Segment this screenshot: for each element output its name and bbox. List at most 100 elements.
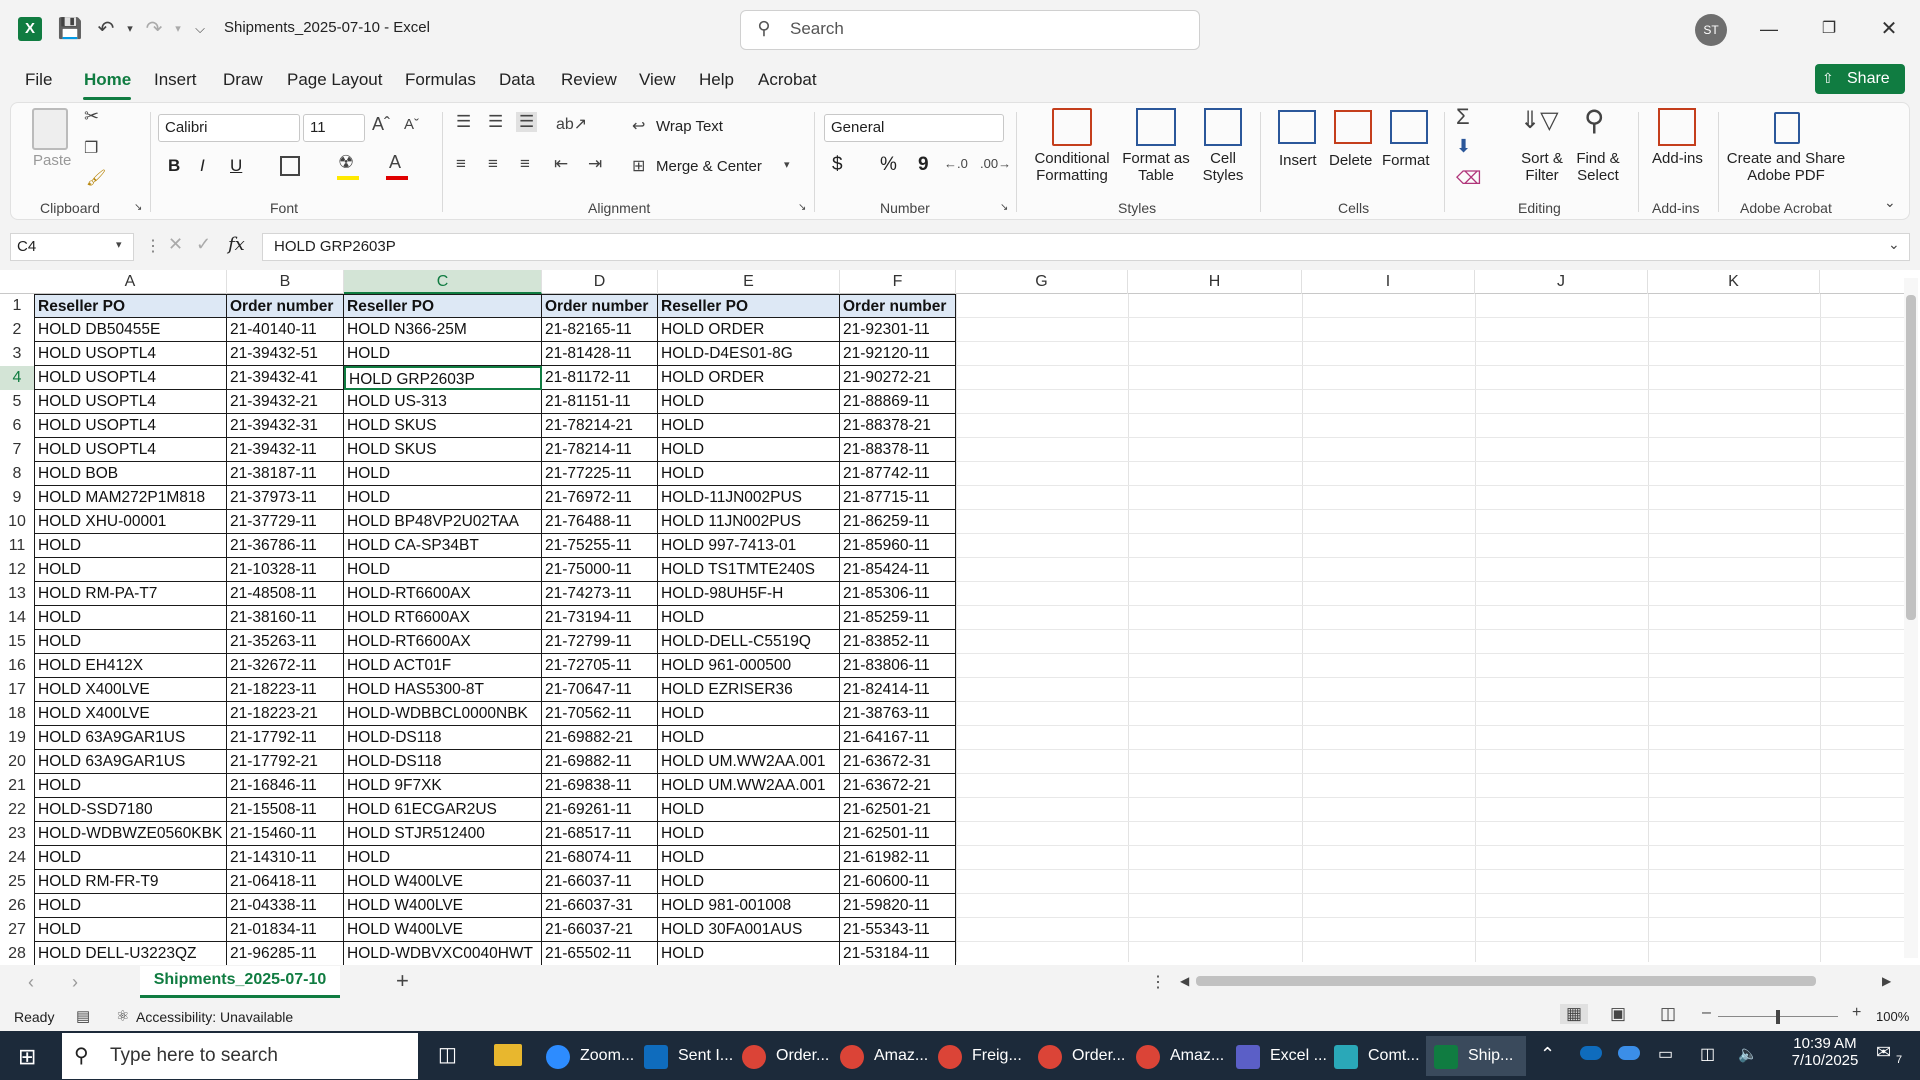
cell-b28[interactable]: 21-96285-11 [227, 942, 344, 966]
column-header-c[interactable]: C [344, 270, 542, 294]
minimize-icon[interactable]: — [1746, 12, 1792, 46]
comma-button[interactable]: 9 [918, 154, 929, 176]
cell-a18[interactable]: HOLD X400LVE [34, 702, 227, 726]
cell-e14[interactable]: HOLD [658, 606, 840, 630]
row-header-2[interactable]: 2 [0, 318, 34, 342]
cell-a5[interactable]: HOLD USOPTL4 [34, 390, 227, 414]
cell-b7[interactable]: 21-39432-11 [227, 438, 344, 462]
cell-b27[interactable]: 21-01834-11 [227, 918, 344, 942]
clipboard-launcher-icon[interactable]: ↘ [134, 202, 142, 213]
row-header-11[interactable]: 11 [0, 534, 34, 558]
cell-c26[interactable]: HOLD W400LVE [344, 894, 542, 918]
cell-d21[interactable]: 21-69838-11 [542, 774, 658, 798]
cell-c4[interactable]: HOLD GRP2603P [344, 366, 542, 390]
cell-c24[interactable]: HOLD [344, 846, 542, 870]
scroll-right-icon[interactable]: ▶ [1882, 974, 1891, 988]
font-size-dropdown[interactable]: 11 [303, 114, 365, 142]
find-select-icon[interactable]: ⚲ [1584, 104, 1605, 137]
tab-file[interactable]: File [25, 70, 52, 90]
cell-e23[interactable]: HOLD [658, 822, 840, 846]
cell-f3[interactable]: 21-92120-11 [840, 342, 956, 366]
cell-f28[interactable]: 21-53184-11 [840, 942, 956, 966]
zoom-out-icon[interactable]: – [1702, 1004, 1711, 1022]
cell-c16[interactable]: HOLD ACT01F [344, 654, 542, 678]
cell-styles-button[interactable]: Cell Styles [1196, 150, 1250, 184]
tab-acrobat[interactable]: Acrobat [758, 70, 817, 90]
cell-c20[interactable]: HOLD-DS118 [344, 750, 542, 774]
cell-e24[interactable]: HOLD [658, 846, 840, 870]
cell-c13[interactable]: HOLD-RT6600AX [344, 582, 542, 606]
tab-help[interactable]: Help [699, 70, 734, 90]
vertical-scroll-thumb[interactable] [1906, 295, 1916, 620]
cell-a17[interactable]: HOLD X400LVE [34, 678, 227, 702]
prev-sheet-icon[interactable]: ‹ [28, 972, 34, 993]
cell-b4[interactable]: 21-39432-41 [227, 366, 344, 390]
cell-f2[interactable]: 21-92301-11 [840, 318, 956, 342]
taskbar-app-chrome-amazon-2[interactable]: Amaz... [1128, 1036, 1228, 1076]
accessibility-icon[interactable]: ⚛ [116, 1007, 129, 1025]
align-right-icon[interactable]: ≡ [520, 154, 530, 174]
autosum-icon[interactable]: Σ [1456, 104, 1470, 130]
cell-a22[interactable]: HOLD-SSD7180 [34, 798, 227, 822]
cell-f5[interactable]: 21-88869-11 [840, 390, 956, 414]
tab-review[interactable]: Review [561, 70, 617, 90]
fill-color-icon[interactable]: ☢ [338, 152, 354, 173]
cell-f17[interactable]: 21-82414-11 [840, 678, 956, 702]
increase-decimal-icon[interactable]: ←.0 [944, 156, 968, 171]
cell-d18[interactable]: 21-70562-11 [542, 702, 658, 726]
add-ins-icon[interactable] [1658, 108, 1696, 146]
scroll-left-icon[interactable]: ◀ [1180, 974, 1189, 988]
cell-d22[interactable]: 21-69261-11 [542, 798, 658, 822]
cell-f27[interactable]: 21-55343-11 [840, 918, 956, 942]
tab-data[interactable]: Data [499, 70, 535, 90]
cell-a2[interactable]: HOLD DB50455E [34, 318, 227, 342]
row-header-4[interactable]: 4 [0, 366, 34, 390]
decrease-indent-icon[interactable]: ⇤ [554, 154, 568, 174]
cell-f16[interactable]: 21-83806-11 [840, 654, 956, 678]
volume-icon[interactable]: 🔈 [1738, 1044, 1758, 1064]
cell-f18[interactable]: 21-38763-11 [840, 702, 956, 726]
shrink-font-icon[interactable]: Aˇ [404, 116, 419, 133]
row-header-26[interactable]: 26 [0, 894, 34, 918]
cell-a28[interactable]: HOLD DELL-U3223QZ [34, 942, 227, 966]
zoom-in-icon[interactable]: + [1852, 1004, 1861, 1022]
taskbar-app-zoom[interactable]: Zoom... [538, 1036, 638, 1076]
sheet-options-icon[interactable]: ⋮ [1150, 972, 1166, 992]
conditional-formatting-icon[interactable] [1052, 108, 1092, 146]
taskbar-app-excel[interactable]: Ship... [1426, 1036, 1526, 1076]
cell-a23[interactable]: HOLD-WDBWZE0560KBK [34, 822, 227, 846]
cell-a14[interactable]: HOLD [34, 606, 227, 630]
restore-icon[interactable]: ❐ [1806, 12, 1852, 46]
row-header-15[interactable]: 15 [0, 630, 34, 654]
delete-cells-icon[interactable] [1334, 110, 1372, 144]
merge-icon[interactable]: ⊞ [632, 156, 645, 176]
font-name-dropdown[interactable]: Calibri [158, 114, 300, 142]
battery-icon[interactable]: ▭ [1658, 1044, 1673, 1064]
underline-button[interactable]: U [230, 156, 242, 176]
cell-c14[interactable]: HOLD RT6600AX [344, 606, 542, 630]
delete-cells-button[interactable]: Delete [1329, 152, 1372, 169]
format-as-table-button[interactable]: Format as Table [1118, 150, 1194, 184]
cell-e4[interactable]: HOLD ORDER [658, 366, 840, 390]
cell-e21[interactable]: HOLD UM.WW2AA.001 [658, 774, 840, 798]
cell-a4[interactable]: HOLD USOPTL4 [34, 366, 227, 390]
cell-f20[interactable]: 21-63672-31 [840, 750, 956, 774]
cell-c8[interactable]: HOLD [344, 462, 542, 486]
row-header-8[interactable]: 8 [0, 462, 34, 486]
cell-a16[interactable]: HOLD EH412X [34, 654, 227, 678]
cell-b22[interactable]: 21-15508-11 [227, 798, 344, 822]
cell-d1[interactable]: Order number [542, 294, 658, 318]
row-header-6[interactable]: 6 [0, 414, 34, 438]
conditional-formatting-button[interactable]: Conditional Formatting [1032, 150, 1112, 184]
horizontal-scroll-thumb[interactable] [1196, 976, 1816, 986]
cell-b17[interactable]: 21-18223-11 [227, 678, 344, 702]
cell-e10[interactable]: HOLD 11JN002PUS [658, 510, 840, 534]
cell-e22[interactable]: HOLD [658, 798, 840, 822]
clear-icon[interactable]: ⌫ [1456, 168, 1481, 189]
cell-c19[interactable]: HOLD-DS118 [344, 726, 542, 750]
bottom-align-icon[interactable]: ☰ [516, 112, 538, 132]
confirm-entry-icon[interactable]: ✓ [196, 234, 211, 255]
cell-d17[interactable]: 21-70647-11 [542, 678, 658, 702]
cell-f6[interactable]: 21-88378-21 [840, 414, 956, 438]
cell-e18[interactable]: HOLD [658, 702, 840, 726]
